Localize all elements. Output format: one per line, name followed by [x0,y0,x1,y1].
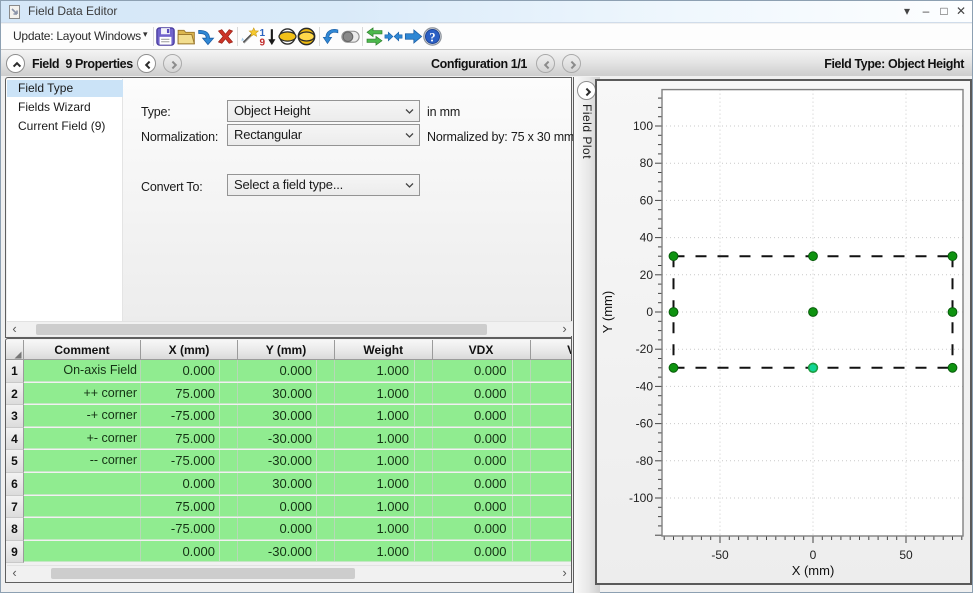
svg-text:X (mm): X (mm) [792,563,835,578]
svg-text:100: 100 [633,119,653,133]
svg-text:20: 20 [640,268,654,282]
svg-text:-80: -80 [636,454,654,468]
svg-text:0: 0 [646,305,653,319]
svg-text:9: 9 [260,37,266,46]
svg-text:-20: -20 [636,342,654,356]
svg-text:Y (mm): Y (mm) [600,291,615,333]
svg-text:80: 80 [640,156,654,170]
svg-text:60: 60 [640,193,654,207]
svg-text:-60: -60 [636,417,654,431]
svg-text:0: 0 [810,548,817,562]
svg-text:40: 40 [640,231,654,245]
svg-text:-50: -50 [711,548,729,562]
svg-text:50: 50 [899,548,913,562]
svg-text:-40: -40 [636,379,654,393]
svg-text:-100: -100 [629,491,653,505]
svg-text:?: ? [429,30,435,44]
